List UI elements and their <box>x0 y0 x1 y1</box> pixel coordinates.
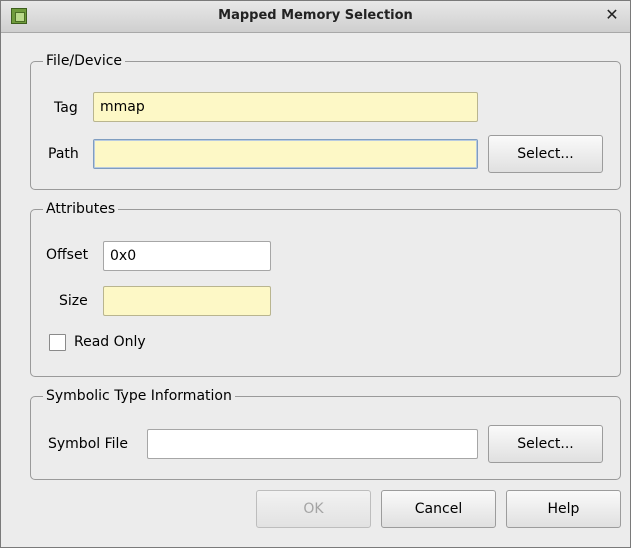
ok-button[interactable]: OK <box>256 490 371 528</box>
title-bar[interactable]: Mapped Memory Selection ✕ <box>1 1 630 33</box>
symbol-file-input[interactable] <box>147 429 478 459</box>
path-label: Path <box>48 146 79 162</box>
help-button[interactable]: Help <box>506 490 621 528</box>
size-input[interactable] <box>103 286 271 316</box>
cancel-button[interactable]: Cancel <box>381 490 496 528</box>
offset-label: Offset <box>46 247 89 263</box>
symbol-file-label: Symbol File <box>48 436 129 452</box>
tag-input[interactable] <box>93 92 478 122</box>
attributes-legend: Attributes <box>43 200 119 218</box>
size-label: Size <box>59 293 88 309</box>
read-only-label[interactable]: Read Only <box>74 333 146 351</box>
read-only-checkbox[interactable] <box>49 334 66 351</box>
close-icon[interactable]: ✕ <box>603 6 621 24</box>
file-device-legend: File/Device <box>43 52 126 70</box>
offset-input[interactable] <box>103 241 271 271</box>
symbolic-type-legend: Symbolic Type Information <box>43 387 235 405</box>
path-select-button[interactable]: Select... <box>488 135 603 173</box>
symbol-select-button[interactable]: Select... <box>488 425 603 463</box>
dialog-window: Mapped Memory Selection ✕ File/Device Ta… <box>0 0 631 548</box>
window-title: Mapped Memory Selection <box>218 8 413 23</box>
tag-label: Tag <box>54 100 78 116</box>
path-input[interactable] <box>93 139 478 169</box>
